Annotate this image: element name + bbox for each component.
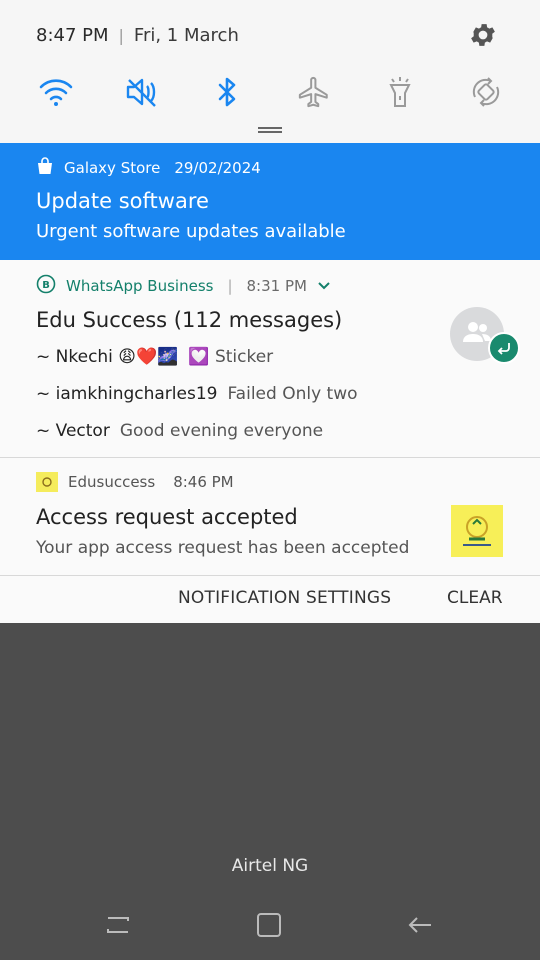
- auto-rotate-icon[interactable]: [466, 72, 506, 112]
- edusuccess-logo-thumbnail: [451, 505, 503, 557]
- notification-whatsapp[interactable]: B WhatsApp Business | 8:31 PM Edu Succes…: [0, 260, 540, 458]
- shopping-bag-icon: [36, 157, 54, 179]
- date: Fri, 1 March: [133, 24, 239, 46]
- notification-title: Update software: [36, 189, 209, 213]
- reply-icon[interactable]: [488, 332, 520, 364]
- status-separator: |: [118, 25, 124, 45]
- notification-settings-button[interactable]: NOTIFICATION SETTINGS: [178, 588, 391, 608]
- status-row: 8:47 PM | Fri, 1 March: [36, 20, 540, 50]
- wifi-icon[interactable]: [36, 72, 76, 112]
- back-icon[interactable]: [405, 910, 435, 940]
- message-line: ~ Nkechi 😩❤️🌌 💟 Sticker: [36, 347, 273, 367]
- notification-time: 8:46 PM: [173, 473, 234, 491]
- message-sender: ~ Vector: [36, 421, 110, 441]
- notification-edusuccess[interactable]: Edusuccess 8:46 PM Access request accept…: [0, 458, 540, 576]
- message-line: ~ Vector Good evening everyone: [36, 421, 323, 441]
- notification-panel: 8:47 PM | Fri, 1 March Galaxy Store 29/0…: [0, 0, 540, 623]
- notification-body: Your app access request has been accepte…: [36, 538, 410, 558]
- app-name: WhatsApp Business: [66, 277, 214, 295]
- drag-handle[interactable]: [258, 127, 282, 133]
- navigation-bar: [0, 900, 540, 950]
- message-text: 💟 Sticker: [188, 347, 274, 367]
- header-separator: |: [227, 277, 233, 295]
- airplane-icon[interactable]: [294, 72, 334, 112]
- app-name: Galaxy Store: [64, 159, 161, 177]
- chevron-down-icon[interactable]: [317, 277, 331, 295]
- edusuccess-app-icon: [36, 472, 58, 492]
- recent-apps-icon[interactable]: [103, 910, 133, 940]
- notification-header: Galaxy Store 29/02/2024: [36, 157, 261, 179]
- message-sender: ~ iamkhingcharles19: [36, 384, 218, 404]
- notification-title: Edu Success (112 messages): [36, 308, 343, 332]
- notification-header: Edusuccess 8:46 PM: [36, 472, 234, 492]
- notification-time: 8:31 PM: [246, 277, 307, 295]
- sound-off-icon[interactable]: [122, 72, 162, 112]
- message-text: Failed Only two: [227, 384, 358, 404]
- notification-galaxy-store[interactable]: Galaxy Store 29/02/2024 Update software …: [0, 143, 540, 260]
- notification-actions-bar: NOTIFICATION SETTINGS CLEAR: [0, 576, 540, 623]
- notification-body: Urgent software updates available: [36, 221, 346, 242]
- message-sender: ~ Nkechi 😩❤️🌌: [36, 347, 179, 367]
- flashlight-icon[interactable]: [380, 72, 420, 112]
- notification-title: Access request accepted: [36, 505, 298, 529]
- clock: 8:47 PM: [36, 24, 109, 46]
- message-line: ~ iamkhingcharles19 Failed Only two: [36, 384, 358, 404]
- quick-settings-row: [36, 72, 506, 112]
- notification-date: 29/02/2024: [174, 159, 261, 177]
- bluetooth-icon[interactable]: [208, 72, 248, 112]
- whatsapp-business-icon: B: [36, 274, 56, 298]
- carrier-label: Airtel NG: [231, 856, 309, 876]
- settings-gear-icon[interactable]: [468, 20, 498, 50]
- clear-button[interactable]: CLEAR: [447, 588, 503, 608]
- message-text: Good evening everyone: [119, 421, 324, 441]
- svg-text:B: B: [42, 280, 50, 291]
- notification-header: B WhatsApp Business | 8:31 PM: [36, 274, 331, 298]
- home-icon[interactable]: [254, 910, 284, 940]
- app-name: Edusuccess: [68, 473, 156, 491]
